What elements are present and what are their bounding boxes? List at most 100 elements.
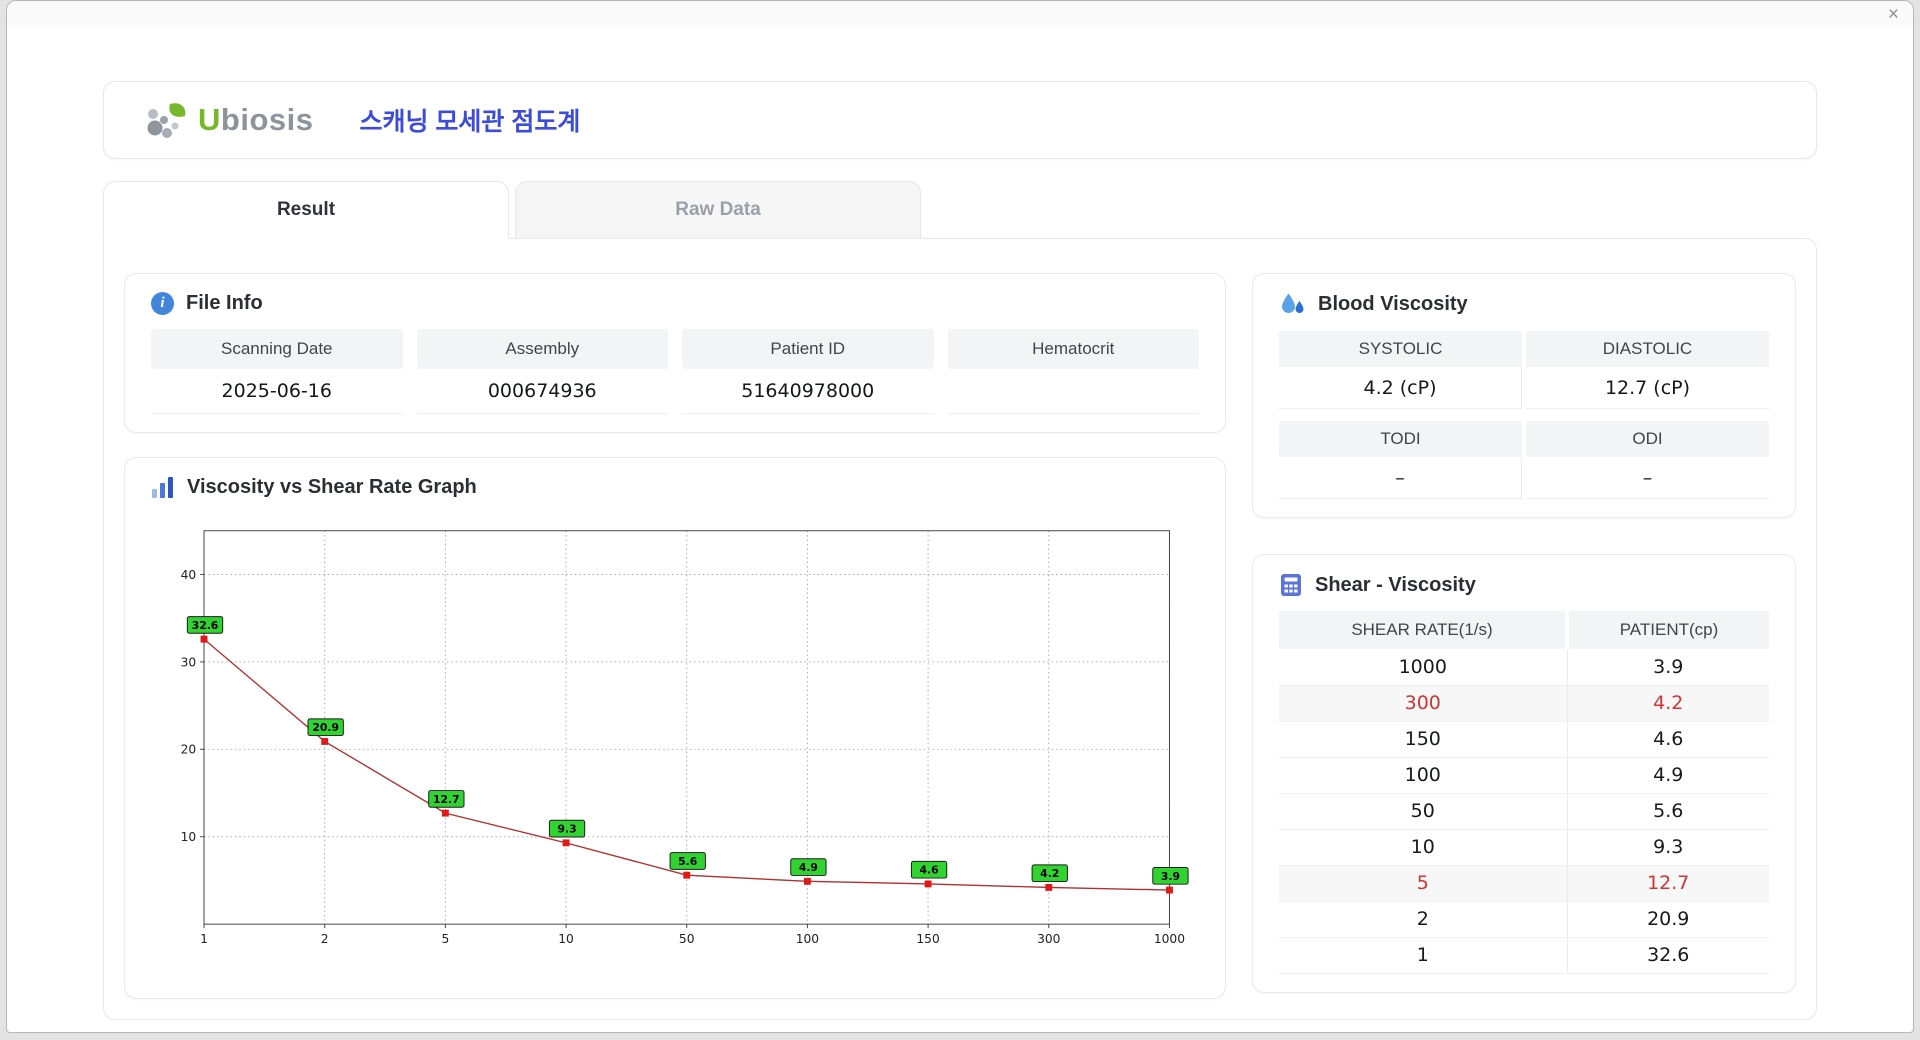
blood-viscosity-title: Blood Viscosity [1318, 293, 1468, 315]
svg-text:20.9: 20.9 [312, 721, 339, 734]
shear-viscosity-title: Shear - Viscosity [1315, 573, 1476, 596]
close-icon[interactable]: × [1888, 5, 1899, 24]
table-row: 50 5.6 [1279, 793, 1769, 830]
svg-text:4.2: 4.2 [1040, 867, 1059, 880]
svg-text:1: 1 [200, 932, 208, 946]
patient-cell: 32.6 [1567, 937, 1769, 974]
main-panel: i File Info Scanning Date 2025-06-16 Ass… [103, 238, 1817, 1020]
field-assembly: Assembly 000674936 [416, 329, 668, 414]
patient-cell: 3.9 [1567, 649, 1769, 686]
blood-viscosity-group-1: SYSTOLIC DIASTOLIC 4.2 (cP) 12.7 (cP) [1279, 331, 1769, 409]
svg-text:3.9: 3.9 [1161, 870, 1180, 883]
field-patient-id: Patient ID 51640978000 [682, 329, 934, 414]
file-info-fields: Scanning Date 2025-06-16 Assembly 000674… [151, 329, 1199, 414]
info-icon: i [151, 292, 174, 315]
svg-text:10: 10 [181, 830, 197, 844]
patient-cell: 9.3 [1567, 829, 1769, 866]
todi-value: – [1279, 457, 1522, 499]
svg-text:12.7: 12.7 [433, 793, 460, 806]
shear-viscosity-card: Shear - Viscosity SHEAR RATE(1/s) PATIEN… [1252, 554, 1796, 993]
field-value: 51640978000 [682, 369, 934, 414]
patient-cell: 5.6 [1567, 793, 1769, 830]
shear-rate-cell: 1 [1279, 937, 1568, 974]
svg-text:5: 5 [441, 932, 449, 946]
tab-result[interactable]: Result [103, 181, 509, 239]
shear-viscosity-table: SHEAR RATE(1/s) PATIENT(cp) 1000 3.9 300 [1279, 611, 1769, 974]
ubiosis-logo: Ubiosis [144, 99, 313, 141]
field-scanning-date: Scanning Date 2025-06-16 [151, 329, 403, 414]
file-info-title-row: i File Info [151, 292, 1199, 315]
content-area: Ubiosis 스캐닝 모세관 점도계 Result Raw Data i Fi… [7, 27, 1913, 1020]
graph-title-row: Viscosity vs Shear Rate Graph [151, 476, 1199, 499]
header-card: Ubiosis 스캐닝 모세관 점도계 [103, 81, 1817, 159]
svg-text:100: 100 [796, 932, 819, 946]
svg-text:300: 300 [1037, 932, 1060, 946]
field-label: Assembly [416, 329, 668, 369]
patient-cell: 4.2 [1567, 685, 1769, 722]
patient-cell: 4.9 [1567, 757, 1769, 794]
table-row: 300 4.2 [1279, 685, 1769, 722]
field-label: Hematocrit [947, 329, 1199, 369]
shear-rate-cell: 100 [1279, 757, 1568, 794]
table-row: 10 9.3 [1279, 829, 1769, 866]
patient-cell: 4.6 [1567, 721, 1769, 758]
blood-viscosity-title-row: Blood Viscosity [1279, 292, 1769, 317]
table-row: 5 12.7 [1279, 865, 1769, 902]
svg-text:20: 20 [181, 743, 197, 757]
svg-text:30: 30 [181, 655, 197, 669]
odi-header: ODI [1526, 421, 1769, 457]
logo-letter-u: U [198, 102, 221, 137]
shear-rate-cell: 1000 [1279, 649, 1568, 686]
systolic-header: SYSTOLIC [1279, 331, 1522, 367]
shear-rate-column-header: SHEAR RATE(1/s) [1279, 611, 1570, 649]
systolic-value: 4.2 (cP) [1279, 367, 1522, 409]
shear-rate-cell: 5 [1279, 865, 1568, 902]
svg-text:150: 150 [916, 932, 939, 946]
field-label: Patient ID [682, 329, 934, 369]
table-row: 150 4.6 [1279, 721, 1769, 758]
shear-rate-cell: 150 [1279, 721, 1568, 758]
window-titlebar: × [7, 1, 1913, 27]
todi-header: TODI [1279, 421, 1522, 457]
field-hematocrit: Hematocrit [947, 329, 1199, 414]
logo-text: Ubiosis [198, 102, 313, 138]
svg-text:1000: 1000 [1154, 932, 1185, 946]
shear-rate-cell: 300 [1279, 685, 1568, 722]
field-value: 000674936 [416, 369, 668, 414]
svg-text:50: 50 [679, 932, 695, 946]
shear-rate-cell: 10 [1279, 829, 1568, 866]
diastolic-header: DIASTOLIC [1526, 331, 1769, 367]
patient-column-header: PATIENT(cp) [1567, 611, 1769, 649]
svg-text:4.9: 4.9 [799, 861, 818, 874]
blood-viscosity-card: Blood Viscosity SYSTOLIC DIASTOLIC 4.2 (… [1252, 273, 1796, 518]
svg-text:10: 10 [558, 932, 574, 946]
field-value [947, 369, 1199, 414]
table-row: 1000 3.9 [1279, 649, 1769, 686]
app-window: × Ubiosis 스캐닝 모세관 점도계 Result Raw Data i … [6, 0, 1914, 1033]
viscosity-chart: 10 20 30 40 1 2 5 10 50 100 150 300 1000 32.6 20.9 12.7… [181, 530, 1189, 946]
chart-area: 10 20 30 40 1 2 5 10 50 100 150 300 1000 32.6 20.9 12.7… [151, 513, 1199, 980]
shear-rate-cell: 50 [1279, 793, 1568, 830]
svg-text:40: 40 [181, 568, 197, 582]
right-column: Blood Viscosity SYSTOLIC DIASTOLIC 4.2 (… [1252, 273, 1796, 999]
logo-mark-icon [147, 103, 186, 138]
file-info-card: i File Info Scanning Date 2025-06-16 Ass… [124, 273, 1226, 433]
shear-rate-cell: 2 [1279, 901, 1568, 938]
field-label: Scanning Date [151, 329, 403, 369]
bar-chart-icon [152, 476, 173, 498]
tab-raw-data[interactable]: Raw Data [515, 181, 921, 239]
svg-text:4.6: 4.6 [920, 864, 939, 877]
page-title: 스캐닝 모세관 점도계 [359, 108, 581, 136]
patient-cell: 20.9 [1567, 901, 1769, 938]
tab-bar: Result Raw Data [103, 181, 1817, 239]
table-row: 100 4.9 [1279, 757, 1769, 794]
odi-value: – [1526, 457, 1769, 499]
patient-cell: 12.7 [1567, 865, 1769, 902]
table-row: 2 20.9 [1279, 901, 1769, 938]
shear-viscosity-title-row: Shear - Viscosity [1279, 573, 1769, 597]
graph-card: Viscosity vs Shear Rate Graph 10 20 30 40 1 2… [124, 457, 1226, 999]
diastolic-value: 12.7 (cP) [1526, 367, 1769, 409]
svg-text:9.3: 9.3 [557, 823, 576, 836]
field-value: 2025-06-16 [151, 369, 403, 414]
svg-text:32.6: 32.6 [192, 619, 219, 632]
